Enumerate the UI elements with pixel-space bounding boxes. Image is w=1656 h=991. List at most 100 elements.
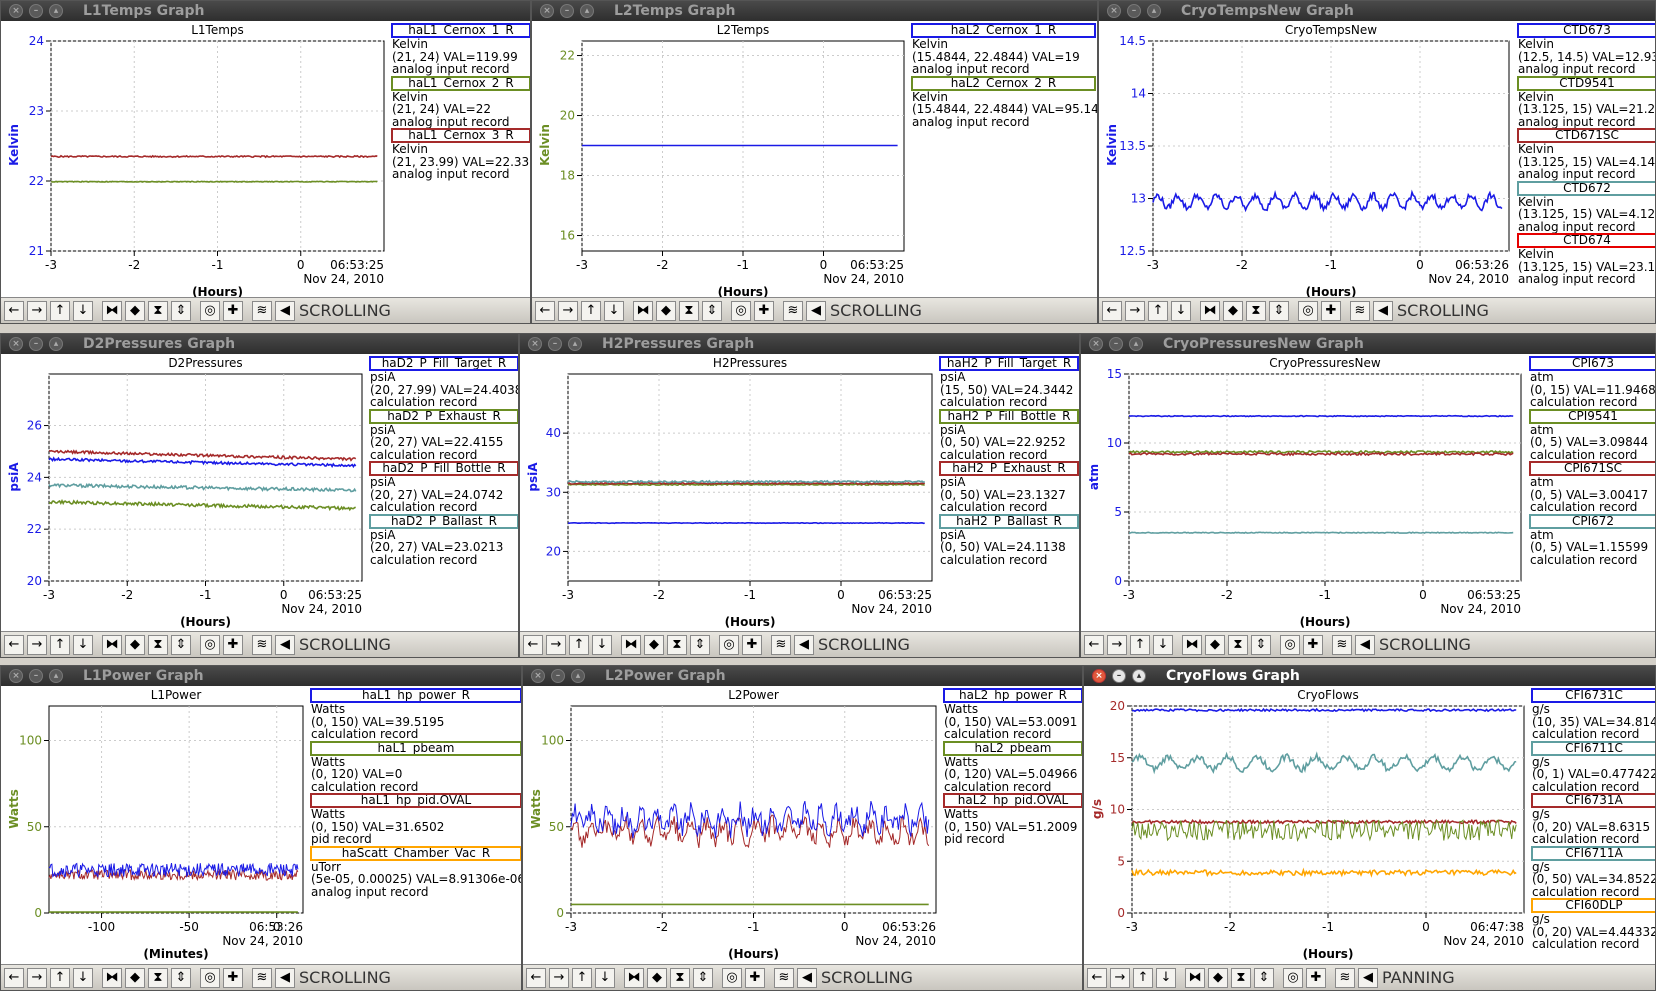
legend-item[interactable]: CTD672 Kelvin (13.125, 15) VAL=4.12 analog …: [1517, 180, 1655, 234]
pan-up-icon[interactable]: ↑: [50, 968, 70, 988]
zoom-x-in-icon[interactable]: ⧓: [102, 301, 122, 321]
legend-pv-name[interactable]: haH2_P_Fill_Target_R: [939, 356, 1079, 371]
zoom-x-out-icon[interactable]: ◆: [125, 635, 145, 655]
legend-item[interactable]: haL2_Cernox_1_R Kelvin (15.4844, 22.4844) …: [911, 23, 1096, 76]
legend-item[interactable]: haL2_hp_pid.OVAL Watts (0, 150) VAL=51.200…: [943, 793, 1082, 846]
autoscale-icon[interactable]: ≋: [252, 301, 272, 321]
reset-icon[interactable]: ◎: [1280, 635, 1300, 655]
reset-icon[interactable]: ◎: [200, 635, 220, 655]
legend-item[interactable]: haD2_P_Fill_Bottle_R psiA (20, 27) VAL=24.…: [369, 461, 518, 514]
zoom-y-in-icon[interactable]: ⧗: [1246, 301, 1266, 321]
legend-pv-name[interactable]: haH2_P_Exhaust_R: [939, 461, 1079, 476]
pan-left-icon[interactable]: ←: [4, 968, 24, 988]
legend-item[interactable]: haL2_hp_power_R Watts (0, 150) VAL=53.0091…: [943, 688, 1082, 741]
mode-toggle-icon[interactable]: ◀: [806, 301, 826, 321]
legend-item[interactable]: haL1_Cernox_1_R Kelvin (21, 24) VAL=119.99…: [391, 23, 530, 76]
pan-down-icon[interactable]: ↓: [595, 968, 615, 988]
zoom-y-out-icon[interactable]: ⇕: [693, 968, 713, 988]
pan-left-icon[interactable]: ←: [535, 301, 555, 321]
zoom-y-in-icon[interactable]: ⧗: [148, 635, 168, 655]
legend-item[interactable]: CFI6711C g/s (0, 1) VAL=0.477422 calculatio…: [1531, 740, 1655, 794]
legend-pv-name[interactable]: CPI673: [1529, 356, 1655, 371]
reset-icon[interactable]: ◎: [200, 968, 220, 988]
legend-pv-name[interactable]: CFI60DLP: [1531, 898, 1655, 913]
pan-up-icon[interactable]: ↑: [572, 968, 592, 988]
zoom-x-in-icon[interactable]: ⧓: [1185, 968, 1205, 988]
reset-icon[interactable]: ◎: [1283, 968, 1303, 988]
autoscale-icon[interactable]: ≋: [1332, 635, 1352, 655]
legend-pv-name[interactable]: haH2_P_Ballast_R: [939, 513, 1079, 529]
pan-left-icon[interactable]: ←: [523, 635, 543, 655]
zoom-x-out-icon[interactable]: ◆: [125, 968, 145, 988]
legend-pv-name[interactable]: CTD674: [1517, 233, 1655, 248]
legend-pv-name[interactable]: CTD672: [1517, 180, 1655, 196]
add-pv-icon[interactable]: ✚: [745, 968, 765, 988]
zoom-y-in-icon[interactable]: ⧗: [667, 635, 687, 655]
legend-item[interactable]: haH2_P_Fill_Bottle_R psiA (0, 50) VAL=22.9…: [939, 408, 1079, 462]
pan-left-icon[interactable]: ←: [1084, 635, 1104, 655]
reset-icon[interactable]: ◎: [722, 968, 742, 988]
legend-pv-name[interactable]: haD2_P_Fill_Target_R: [369, 356, 518, 371]
legend-item[interactable]: haL1_Cernox_2_R Kelvin (21, 24) VAL=22 anal…: [391, 75, 530, 129]
legend-item[interactable]: haH2_P_Ballast_R psiA (0, 50) VAL=24.1138 c…: [939, 513, 1079, 567]
pan-right-icon[interactable]: →: [1125, 301, 1145, 321]
add-pv-icon[interactable]: ✚: [223, 635, 243, 655]
legend-item[interactable]: CFI6731A g/s (0, 20) VAL=8.6315 calculation…: [1531, 793, 1655, 846]
add-pv-icon[interactable]: ✚: [742, 635, 762, 655]
add-pv-icon[interactable]: ✚: [1306, 968, 1326, 988]
legend-pv-name[interactable]: haD2_P_Fill_Bottle_R: [369, 461, 518, 476]
autoscale-icon[interactable]: ≋: [252, 635, 272, 655]
legend-item[interactable]: haD2_P_Exhaust_R psiA (20, 27) VAL=22.4155…: [369, 408, 518, 462]
zoom-y-out-icon[interactable]: ⇕: [702, 301, 722, 321]
legend-pv-name[interactable]: haL2_pbeam: [943, 740, 1082, 756]
pan-up-icon[interactable]: ↑: [50, 635, 70, 655]
pan-down-icon[interactable]: ↓: [592, 635, 612, 655]
autoscale-icon[interactable]: ≋: [771, 635, 791, 655]
legend-item[interactable]: CPI671SC atm (0, 5) VAL=3.00417 calculation…: [1529, 461, 1655, 514]
legend-pv-name[interactable]: CFI6711C: [1531, 740, 1655, 756]
mode-toggle-icon[interactable]: ◀: [1358, 968, 1378, 988]
reset-icon[interactable]: ◎: [731, 301, 751, 321]
mode-toggle-icon[interactable]: ◀: [275, 635, 295, 655]
zoom-x-out-icon[interactable]: ◆: [1205, 635, 1225, 655]
zoom-y-out-icon[interactable]: ⇕: [1251, 635, 1271, 655]
legend-pv-name[interactable]: haL2_hp_pid.OVAL: [943, 793, 1082, 808]
legend-pv-name[interactable]: haL1_pbeam: [310, 740, 521, 756]
legend-pv-name[interactable]: CPI671SC: [1529, 461, 1655, 476]
legend-pv-name[interactable]: haL2_Cernox_2_R: [911, 75, 1096, 91]
pan-up-icon[interactable]: ↑: [1130, 635, 1150, 655]
legend-item[interactable]: CTD674 Kelvin (13.125, 15) VAL=23.16 analog…: [1517, 233, 1655, 286]
add-pv-icon[interactable]: ✚: [223, 968, 243, 988]
pan-right-icon[interactable]: →: [546, 635, 566, 655]
zoom-y-out-icon[interactable]: ⇕: [690, 635, 710, 655]
autoscale-icon[interactable]: ≋: [1350, 301, 1370, 321]
legend-pv-name[interactable]: CFI6731A: [1531, 793, 1655, 808]
pan-right-icon[interactable]: →: [1110, 968, 1130, 988]
zoom-y-in-icon[interactable]: ⧗: [670, 968, 690, 988]
pan-down-icon[interactable]: ↓: [604, 301, 624, 321]
legend-pv-name[interactable]: haL1_Cernox_1_R: [391, 23, 530, 38]
legend-pv-name[interactable]: CFI6731C: [1531, 688, 1655, 703]
zoom-x-in-icon[interactable]: ⧓: [624, 968, 644, 988]
legend-item[interactable]: CPI672 atm (0, 5) VAL=1.15599 calculation r…: [1529, 513, 1655, 567]
legend-pv-name[interactable]: haL1_Cernox_3_R: [391, 128, 530, 143]
mode-toggle-icon[interactable]: ◀: [1373, 301, 1393, 321]
zoom-x-out-icon[interactable]: ◆: [644, 635, 664, 655]
legend-item[interactable]: haL1_Cernox_3_R Kelvin (21, 23.99) VAL=22.…: [391, 128, 530, 181]
legend-pv-name[interactable]: CTD673: [1517, 23, 1655, 38]
zoom-x-out-icon[interactable]: ◆: [1223, 301, 1243, 321]
add-pv-icon[interactable]: ✚: [1321, 301, 1341, 321]
mode-toggle-icon[interactable]: ◀: [275, 301, 295, 321]
pan-up-icon[interactable]: ↑: [50, 301, 70, 321]
legend-pv-name[interactable]: CPI672: [1529, 513, 1655, 529]
legend-item[interactable]: haL1_hp_pid.OVAL Watts (0, 150) VAL=31.650…: [310, 793, 521, 846]
zoom-x-in-icon[interactable]: ⧓: [621, 635, 641, 655]
legend-pv-name[interactable]: CPI9541: [1529, 408, 1655, 424]
legend-item[interactable]: haD2_P_Fill_Target_R psiA (20, 27.99) VAL=…: [369, 356, 518, 409]
pan-right-icon[interactable]: →: [558, 301, 578, 321]
legend-item[interactable]: CTD671SC Kelvin (13.125, 15) VAL=4.14 analo…: [1517, 128, 1655, 181]
mode-toggle-icon[interactable]: ◀: [797, 968, 817, 988]
legend-item[interactable]: haL2_pbeam Watts (0, 120) VAL=5.04966 calcu…: [943, 740, 1082, 794]
legend-item[interactable]: haL2_Cernox_2_R Kelvin (15.4844, 22.4844) …: [911, 75, 1097, 129]
zoom-y-in-icon[interactable]: ⧗: [1228, 635, 1248, 655]
